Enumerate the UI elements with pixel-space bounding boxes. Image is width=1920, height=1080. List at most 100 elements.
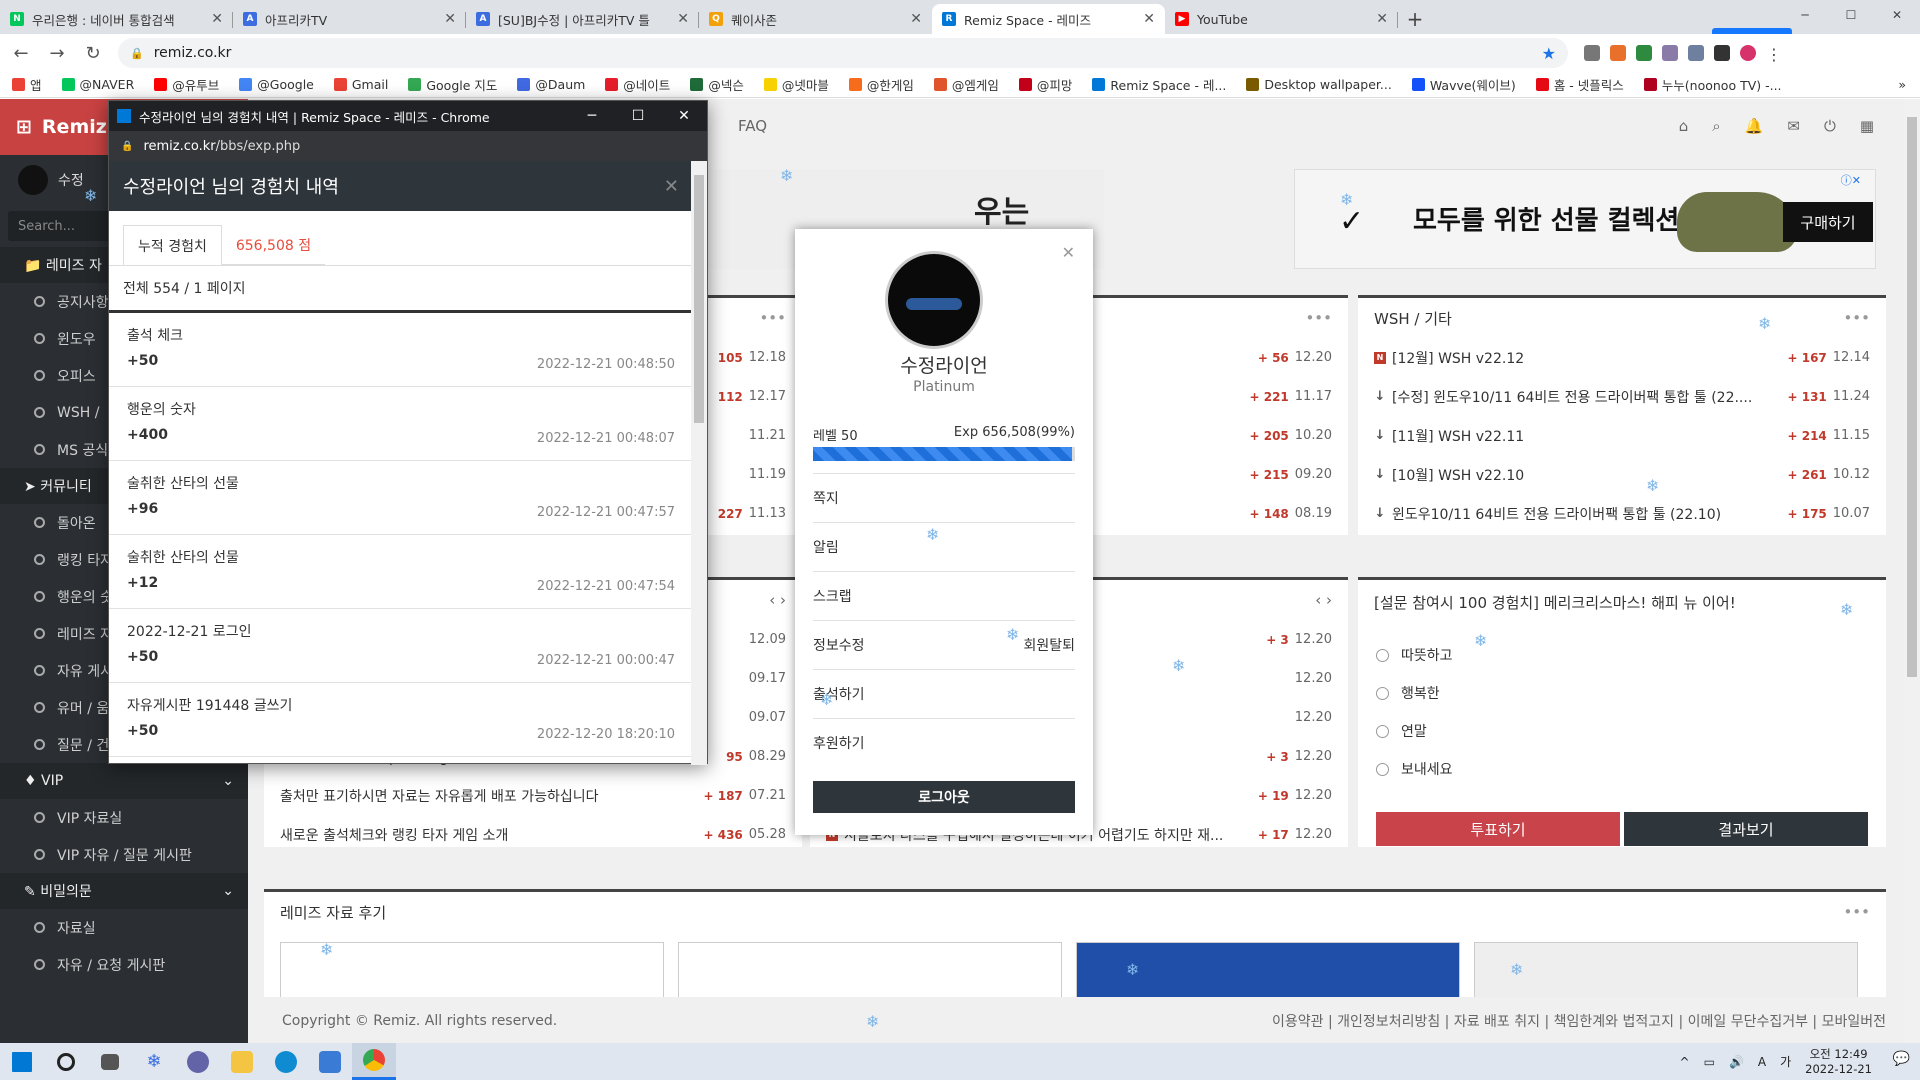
bookmark-item[interactable]: @네이트 xyxy=(605,75,670,94)
edge-icon[interactable] xyxy=(264,1043,308,1080)
browser-tab[interactable]: ▶ YouTube ✕ xyxy=(1165,4,1398,34)
browser-tab[interactable]: A 아프리카TV ✕ xyxy=(233,4,466,34)
more-icon[interactable]: ••• xyxy=(1305,309,1332,327)
sidebar-section[interactable]: ✎ 비밀의문 ⌄ xyxy=(0,873,248,909)
popup-close-icon[interactable]: ✕ xyxy=(661,108,707,124)
bookmark-item[interactable]: @유투브 xyxy=(154,75,219,94)
popup-address-bar[interactable]: 🔒 remiz.co.kr/bbs/exp.php xyxy=(109,131,707,161)
profile-avatar-icon[interactable] xyxy=(1740,45,1756,61)
poll-option[interactable]: 연말 xyxy=(1358,712,1886,750)
list-item[interactable]: ↓ [수정] 윈도우10/11 64비트 전용 드라이버팩 통합 툴 (22...… xyxy=(1358,377,1886,416)
mail-icon[interactable]: ✉ xyxy=(1787,117,1800,135)
browser-tab[interactable]: R Remiz Space - 레미즈 ✕ xyxy=(932,4,1165,34)
poll-option[interactable]: 행복한 xyxy=(1358,674,1886,712)
donate-link[interactable]: 후원하기 xyxy=(813,718,1075,767)
more-icon[interactable]: ••• xyxy=(1843,903,1870,921)
edit-profile-link[interactable]: 정보수정 xyxy=(813,635,865,655)
footer-links[interactable]: 이용약관 | 개인정보처리방침 | 자료 배포 취지 | 책임한계와 법적고지 … xyxy=(1272,1011,1886,1031)
notification-icon[interactable]: 💬 xyxy=(1893,1051,1910,1067)
ime-mode-indicator[interactable]: 가 xyxy=(1780,1053,1791,1070)
pager-arrows-icon[interactable]: ‹ › xyxy=(769,591,786,609)
more-icon[interactable]: ••• xyxy=(759,309,786,327)
power-icon[interactable]: ⏻ xyxy=(1824,117,1836,135)
list-item[interactable]: ↓ 윈도우10/11 64비트 전용 드라이버팩 통합 툴 (22.10) + 17… xyxy=(1358,494,1886,533)
poll-option[interactable]: 따뜻하고 xyxy=(1358,636,1886,674)
close-window-icon[interactable]: ✕ xyxy=(1874,0,1920,30)
bookmark-item[interactable]: Wavve(웨이브) xyxy=(1411,75,1516,94)
ad-info-icon[interactable]: ⓘ✕ xyxy=(1841,172,1861,188)
bookmark-item[interactable]: @NAVER xyxy=(61,77,134,92)
bookmark-item[interactable]: @Google xyxy=(239,77,314,92)
page-scrollbar[interactable] xyxy=(1904,99,1920,1043)
menu-dots-icon[interactable]: ⋮ xyxy=(1766,45,1782,64)
close-icon[interactable]: ✕ xyxy=(1062,243,1075,262)
list-item[interactable]: 출처만 표기하시면 자료는 자유롭게 배포 가능하십니다 + 187 07.21 xyxy=(264,776,802,815)
extension-icon[interactable] xyxy=(1584,45,1600,61)
network-icon[interactable]: ▭ xyxy=(1704,1055,1715,1069)
browser-tab[interactable]: Q 퀘이사존 ✕ xyxy=(699,4,932,34)
tab-close-icon[interactable]: ✕ xyxy=(910,11,922,27)
extension-icon[interactable] xyxy=(1636,45,1652,61)
profile-menu-item[interactable]: 알림 xyxy=(813,522,1075,571)
tab-close-icon[interactable]: ✕ xyxy=(677,11,689,27)
sidebar-item[interactable]: VIP 자료실 xyxy=(0,799,248,836)
maximize-icon[interactable]: ☐ xyxy=(1828,0,1874,30)
review-thumbnail[interactable] xyxy=(280,942,664,997)
bookmark-item[interactable]: 앱 xyxy=(12,75,42,94)
search-icon[interactable]: ⌕ xyxy=(1712,117,1720,135)
address-bar[interactable]: 🔒 remiz.co.kr ★ xyxy=(118,38,1568,68)
tab-cumulative-exp[interactable]: 누적 경험치 xyxy=(123,225,222,265)
browser-tab[interactable]: N 우리은행 : 네이버 통합검색 ✕ xyxy=(0,4,233,34)
bookmark-item[interactable]: @Daum xyxy=(517,77,585,92)
profile-menu-item[interactable]: 스크랩 xyxy=(813,571,1075,620)
vote-button[interactable]: 투표하기 xyxy=(1376,812,1620,846)
side-panel-icon[interactable] xyxy=(1714,45,1730,61)
clock[interactable]: 오전 12:49 2022-12-21 xyxy=(1805,1047,1872,1077)
radio-button[interactable] xyxy=(1376,762,1389,776)
store-icon[interactable] xyxy=(308,1043,352,1080)
reload-icon[interactable]: ↻ xyxy=(78,38,108,68)
popup-minimize-icon[interactable]: ─ xyxy=(569,108,615,124)
radio-button[interactable] xyxy=(1376,724,1389,738)
new-tab-button[interactable]: + xyxy=(1398,4,1432,34)
forward-icon[interactable]: → xyxy=(42,38,72,68)
nike-ad-banner[interactable]: ⓘ✕ ✓ 모두를 위한 선물 컬렉션 구매하기 xyxy=(1294,169,1876,269)
results-button[interactable]: 결과보기 xyxy=(1624,812,1868,846)
tab-close-icon[interactable]: ✕ xyxy=(444,11,456,27)
chat-icon[interactable] xyxy=(176,1043,220,1080)
search-icon[interactable] xyxy=(44,1043,88,1080)
page-scrollbar-thumb[interactable] xyxy=(1907,117,1917,677)
start-button[interactable] xyxy=(0,1043,44,1080)
list-item[interactable]: 새로운 출석체크와 랭킹 타자 게임 소개 + 436 05.28 xyxy=(264,815,802,854)
bookmark-item[interactable]: Remiz Space - 레... xyxy=(1092,75,1226,94)
sidebar-item[interactable]: VIP 자유 / 질문 게시판 xyxy=(0,836,248,873)
sidebar-section[interactable]: ♦ VIP ⌄ xyxy=(0,763,248,799)
bookmark-star-icon[interactable]: ★ xyxy=(1542,44,1556,63)
list-item[interactable]: ↓ [11월] WSH v22.11 + 214 11.15 xyxy=(1358,416,1886,455)
bookmark-item[interactable]: Gmail xyxy=(333,77,388,92)
tab-close-icon[interactable]: ✕ xyxy=(211,11,223,27)
tab-close-icon[interactable]: ✕ xyxy=(1376,11,1388,27)
task-view-icon[interactable] xyxy=(88,1043,132,1080)
back-icon[interactable]: ← xyxy=(6,38,36,68)
bookmark-item[interactable]: @넥슨 xyxy=(690,75,744,94)
popup-scrollbar-thumb[interactable] xyxy=(694,175,704,423)
review-thumbnail[interactable] xyxy=(678,942,1062,997)
popup-scrollbar[interactable] xyxy=(691,161,707,765)
browser-tab[interactable]: A [SU]BJ수정 | 아프리카TV 틀 ✕ xyxy=(466,4,699,34)
extension-icon[interactable] xyxy=(1662,45,1678,61)
volume-icon[interactable]: 🔊 xyxy=(1729,1055,1744,1069)
bookmark-item[interactable]: @피망 xyxy=(1018,75,1072,94)
close-icon[interactable]: ✕ xyxy=(664,176,679,197)
bookmark-item[interactable]: 누누(noonoo TV) -... xyxy=(1643,75,1782,94)
grid-icon[interactable]: ▦ xyxy=(1860,117,1874,135)
file-explorer-icon[interactable] xyxy=(220,1043,264,1080)
list-item[interactable]: N [12월] WSH v22.12 + 167 12.14 xyxy=(1358,338,1886,377)
weather-icon[interactable]: ❄ xyxy=(132,1043,176,1080)
review-thumbnail[interactable] xyxy=(1076,942,1460,997)
minimize-icon[interactable]: ─ xyxy=(1782,0,1828,30)
ime-indicator[interactable]: A xyxy=(1758,1055,1766,1069)
logout-button[interactable]: 로그아웃 xyxy=(813,781,1075,813)
home-icon[interactable]: ⌂ xyxy=(1679,117,1689,135)
ad-buy-button[interactable]: 구매하기 xyxy=(1783,202,1873,242)
